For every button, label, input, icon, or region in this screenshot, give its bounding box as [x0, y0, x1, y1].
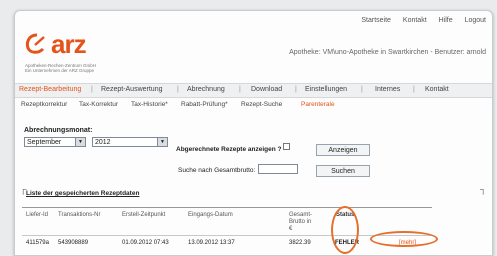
- nav-separator: |: [361, 86, 363, 93]
- month-select-value: September: [27, 139, 62, 146]
- col-eingangs-datum: Eingangs-Datum: [188, 212, 233, 218]
- search-button[interactable]: Suchen: [316, 165, 370, 177]
- cell-erstell-zeitpunkt: 01.09.2012 07:43: [122, 240, 169, 246]
- col-liefer-id: Liefer-Id: [26, 212, 49, 218]
- cell-gesamt-brutto: 3822.39: [289, 240, 311, 246]
- prescriptions-table: Liefer-Id Transaktions-Nr Erstell-Zeitpu…: [22, 207, 432, 255]
- bracket-right-icon: ┐: [480, 184, 487, 194]
- year-select[interactable]: 2012 ▼: [92, 137, 168, 147]
- link-logout[interactable]: Logout: [465, 17, 486, 24]
- subtab-rabatt-pruefung[interactable]: Rabatt-Prüfung*: [181, 101, 228, 108]
- subtab-parenterale[interactable]: Parenterale: [301, 101, 335, 108]
- nav-separator: |: [177, 86, 179, 93]
- billed-prescriptions-checkbox[interactable]: [283, 143, 290, 150]
- top-navigation: Startseite Kontakt Hilfe Logout: [351, 17, 486, 24]
- subtab-tax-historie[interactable]: Tax-Historie*: [131, 101, 168, 108]
- tab-internes[interactable]: Internes: [375, 86, 400, 93]
- user-info: Apotheke: VM\uno-Apotheke in Swartkirche…: [289, 49, 486, 56]
- link-hilfe[interactable]: Hilfe: [439, 17, 453, 24]
- main-navigation: Rezept-Bearbeitung | Rezept-Auswertung |…: [15, 83, 492, 98]
- arz-logo-icon: [25, 33, 45, 54]
- sub-navigation: Rezeptkorrektur Tax-Korrektur Tax-Histor…: [15, 100, 492, 111]
- year-select-value: 2012: [95, 139, 111, 146]
- nav-separator: |: [91, 86, 93, 93]
- tab-kontakt[interactable]: Kontakt: [425, 86, 449, 93]
- show-button[interactable]: Anzeigen: [316, 144, 370, 156]
- status-highlight-circle: [331, 206, 359, 254]
- subtab-rezeptkorrektur[interactable]: Rezeptkorrektur: [21, 101, 67, 108]
- tab-einstellungen[interactable]: Einstellungen: [305, 86, 347, 93]
- link-kontakt[interactable]: Kontakt: [403, 17, 427, 24]
- cell-transaktions-nr: 543908889: [58, 240, 89, 246]
- saved-prescriptions-link[interactable]: Liste der gespeicherten Rezeptdaten: [26, 190, 139, 197]
- billed-prescriptions-label: Abgerechnete Rezepte anzeigen ?: [176, 146, 282, 153]
- col-transaktions-nr: Transaktions-Nr: [58, 212, 101, 218]
- tab-rezept-bearbeitung[interactable]: Rezept-Bearbeitung: [19, 86, 81, 93]
- gross-search-label: Suche nach Gesamtbrutto:: [178, 167, 256, 174]
- chevron-down-icon[interactable]: ▼: [75, 138, 85, 146]
- chevron-down-icon[interactable]: ▼: [157, 138, 167, 146]
- nav-separator: |: [413, 86, 415, 93]
- col-erstell-zeitpunkt: Erstell-Zeitpunkt: [122, 212, 166, 218]
- gross-search-input[interactable]: [258, 164, 298, 174]
- nav-separator: |: [239, 86, 241, 93]
- nav-separator: |: [295, 86, 297, 93]
- month-select[interactable]: September ▼: [24, 137, 86, 147]
- billing-month-label: Abrechnungsmonat:: [24, 127, 93, 134]
- logo-wordmark: arz: [51, 29, 87, 59]
- col-gesamt-brutto: Gesamt-Brutto in €: [289, 212, 313, 232]
- logo-subtitle-2: Ein Unternehmen der ARZ Gruppe: [25, 68, 95, 73]
- tab-rezept-auswertung[interactable]: Rezept-Auswertung: [101, 86, 162, 93]
- cell-liefer-id: 411579a: [26, 240, 49, 246]
- subtab-rezept-suche[interactable]: Rezept-Suche: [241, 101, 282, 108]
- more-highlight-circle: [370, 231, 438, 247]
- subtab-tax-korrektur[interactable]: Tax-Korrektur: [79, 101, 118, 108]
- link-startseite[interactable]: Startseite: [361, 17, 391, 24]
- tab-download[interactable]: Download: [251, 86, 282, 93]
- cell-eingangs-datum: 13.09.2012 13:37: [188, 240, 235, 246]
- tab-abrechnung[interactable]: Abrechnung: [187, 86, 225, 93]
